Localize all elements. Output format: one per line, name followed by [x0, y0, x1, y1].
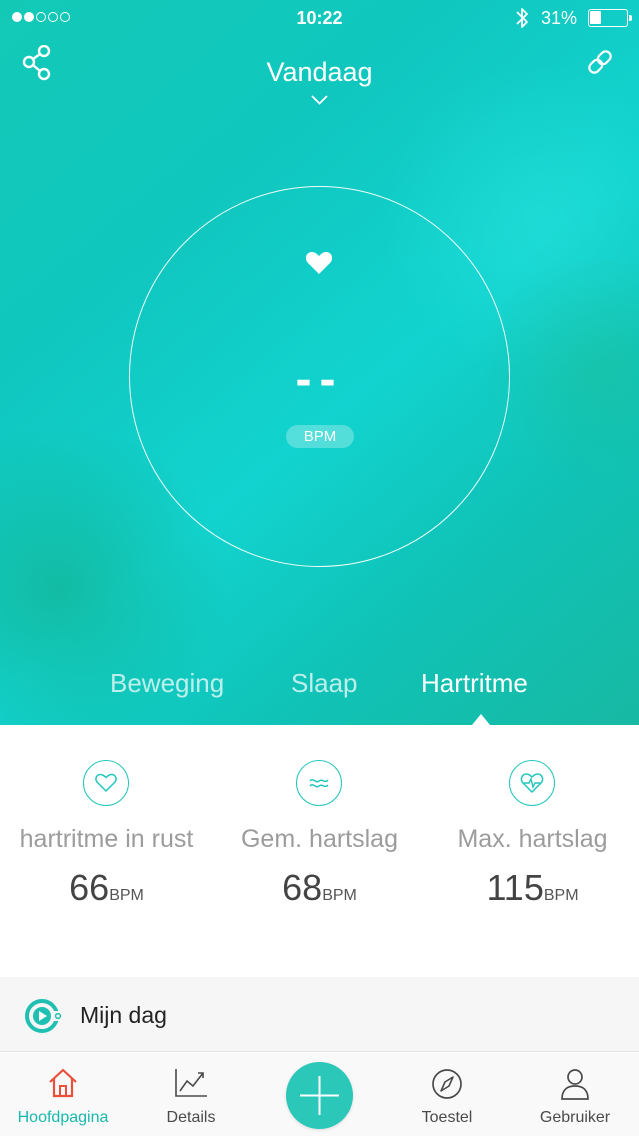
- battery-percent: 31%: [541, 8, 578, 28]
- chevron-down-icon[interactable]: [310, 93, 329, 111]
- chart-icon: [173, 1067, 209, 1104]
- heart-rate-value: --: [295, 353, 344, 406]
- stat-value: 66BPM: [0, 867, 213, 909]
- tab-hartritme[interactable]: Hartritme: [421, 668, 528, 699]
- tab-user-label: Gebruiker: [539, 1109, 611, 1126]
- tab-device-label: Toestel: [421, 1109, 473, 1126]
- heart-pulse-icon: [509, 760, 555, 806]
- battery-fill: [590, 11, 601, 24]
- wave-icon: [296, 760, 342, 806]
- stat-number: 66: [69, 867, 110, 908]
- status-bar: 10:22 31%: [0, 0, 639, 36]
- battery-icon: [588, 9, 632, 27]
- stat-number: 68: [282, 867, 323, 908]
- link-icon[interactable]: [584, 46, 616, 83]
- tab-slaap[interactable]: Slaap: [291, 668, 358, 699]
- user-icon: [560, 1067, 590, 1106]
- tab-beweging[interactable]: Beweging: [110, 668, 224, 699]
- home-icon: [46, 1067, 80, 1104]
- my-day-label: Mijn dag: [80, 1002, 167, 1028]
- plus-icon: [300, 1076, 339, 1115]
- bpm-unit-badge: BPM: [286, 425, 354, 448]
- stat-unit: BPM: [109, 887, 144, 904]
- tab-home-label: Hoofdpagina: [17, 1109, 109, 1126]
- tab-details-label: Details: [166, 1109, 216, 1126]
- add-button[interactable]: [286, 1062, 353, 1129]
- hero-panel: 10:22 31% Vandaag -- BPM Beweging Slaap …: [0, 0, 639, 725]
- compass-icon: [430, 1067, 464, 1106]
- stat-unit: BPM: [322, 887, 357, 904]
- page-title[interactable]: Vandaag: [0, 57, 639, 88]
- category-tabs: Beweging Slaap Hartritme: [0, 668, 639, 708]
- stat-number: 115: [486, 867, 544, 908]
- stat-unit: BPM: [543, 887, 579, 904]
- active-tab-indicator: [472, 714, 490, 725]
- my-day-row[interactable]: Mijn dag: [0, 977, 639, 1052]
- battery-tip: [629, 15, 632, 21]
- stat-value: 115BPM: [426, 867, 639, 909]
- heart-outline-icon: [83, 760, 129, 806]
- heart-icon: [305, 251, 333, 280]
- my-day-icon: [24, 998, 64, 1039]
- stat-label: Max. hartslag: [457, 825, 608, 853]
- bluetooth-icon: [514, 6, 530, 35]
- stat-value: 68BPM: [213, 867, 426, 909]
- heart-rate-stats: hartritme in rust 66BPM Gem. hartslag 68…: [0, 725, 639, 977]
